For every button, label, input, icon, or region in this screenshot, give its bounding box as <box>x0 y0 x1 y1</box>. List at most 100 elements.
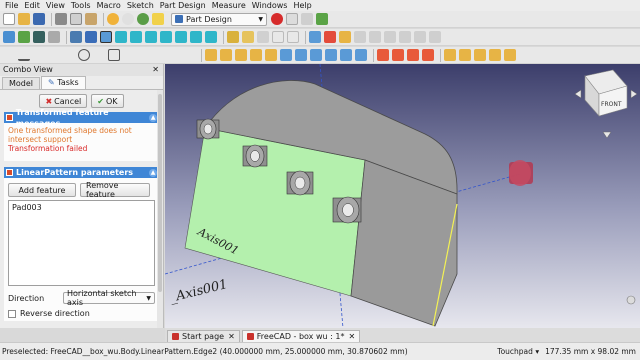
sketch-slot-icon[interactable] <box>123 49 135 61</box>
subtractive-loft-icon[interactable] <box>325 49 337 61</box>
macro-edit-icon[interactable] <box>301 13 313 25</box>
navcube-menu-icon[interactable] <box>626 295 636 305</box>
body-icon[interactable] <box>309 31 321 43</box>
sketch-rectangle-icon[interactable] <box>108 49 120 61</box>
tab-document[interactable]: FreeCAD - box wu : 1* ✕ <box>241 330 361 342</box>
whats-this-icon[interactable] <box>152 13 164 25</box>
menu-file[interactable]: File <box>2 0 21 11</box>
clone-icon[interactable] <box>429 31 441 43</box>
list-item[interactable]: Pad003 <box>12 203 151 212</box>
hinge-4[interactable] <box>332 196 362 224</box>
measure-distance-icon[interactable] <box>272 31 284 43</box>
linear-pattern-icon[interactable] <box>392 49 404 61</box>
task-panel-scrollbar[interactable] <box>157 90 163 328</box>
close-icon[interactable]: ✕ <box>348 332 355 341</box>
refresh-icon[interactable] <box>137 13 149 25</box>
menu-part-design[interactable]: Part Design <box>157 0 209 11</box>
measure-linear-icon[interactable] <box>287 31 299 43</box>
remove-feature-button[interactable]: Remove feature <box>80 181 150 199</box>
feature-list[interactable]: Pad003 <box>8 200 155 286</box>
menu-tools[interactable]: Tools <box>68 0 94 11</box>
subtractive-pipe-icon[interactable] <box>340 49 352 61</box>
zoom-icon[interactable] <box>100 31 112 43</box>
hinge-2[interactable] <box>242 144 268 168</box>
chamfer-icon[interactable] <box>459 49 471 61</box>
view-right-icon[interactable] <box>160 31 172 43</box>
menu-macro[interactable]: Macro <box>94 0 124 11</box>
macro-record-icon[interactable] <box>271 13 283 25</box>
macro-play-icon[interactable] <box>316 13 328 25</box>
datum-line-icon[interactable] <box>369 31 381 43</box>
navcube-arrow-down-icon[interactable] <box>602 131 612 139</box>
sketch-trim-icon[interactable] <box>153 49 165 61</box>
thickness-icon[interactable] <box>489 49 501 61</box>
additive-primitive-icon[interactable] <box>265 49 277 61</box>
sketch-line-icon[interactable] <box>18 49 30 61</box>
groove-icon[interactable] <box>310 49 322 61</box>
navigation-style-button[interactable]: Touchpad ▾ <box>497 347 539 356</box>
hinge-3[interactable] <box>286 170 314 196</box>
reverse-direction-checkbox[interactable] <box>8 309 16 318</box>
select-filter-icon[interactable] <box>85 31 97 43</box>
sketch-polyline-icon[interactable] <box>48 49 60 61</box>
fit-all-icon[interactable] <box>3 31 15 43</box>
close-icon[interactable]: ✕ <box>152 64 159 76</box>
direction-select[interactable]: Horizontal sketch axis ▼ <box>63 289 155 307</box>
pipe-icon[interactable] <box>250 49 262 61</box>
sketch-arc-icon[interactable] <box>63 49 75 61</box>
collapse-icon[interactable]: ▲ <box>149 113 157 122</box>
view-rear-icon[interactable] <box>175 31 187 43</box>
datum-point-icon[interactable] <box>354 31 366 43</box>
redo-icon[interactable] <box>122 13 134 25</box>
menu-sketch[interactable]: Sketch <box>124 0 157 11</box>
polar-pattern-icon[interactable] <box>407 49 419 61</box>
copy-icon[interactable] <box>70 13 82 25</box>
scrollbar-thumb[interactable] <box>158 94 162 292</box>
sketch-icon[interactable] <box>324 31 336 43</box>
menu-view[interactable]: View <box>43 0 68 11</box>
close-icon[interactable]: ✕ <box>228 332 235 341</box>
workbench-selector[interactable]: Part Design ▼ <box>171 12 267 26</box>
subtractive-primitive-icon[interactable] <box>355 49 367 61</box>
menu-edit[interactable]: Edit <box>21 0 43 11</box>
pad-icon[interactable] <box>205 49 217 61</box>
datum-plane-icon[interactable] <box>384 31 396 43</box>
pointer-icon[interactable] <box>3 49 15 61</box>
validate-sketch-icon[interactable] <box>339 31 351 43</box>
fit-selection-icon[interactable] <box>18 31 30 43</box>
reverse-direction-row[interactable]: Reverse direction <box>8 309 155 318</box>
linear-pattern-section-header[interactable]: LinearPattern parameters ▲ <box>4 167 159 178</box>
menu-windows[interactable]: Windows <box>249 0 291 11</box>
menu-help[interactable]: Help <box>290 0 314 11</box>
link-icon[interactable] <box>257 31 269 43</box>
sketch-polygon-icon[interactable] <box>93 49 105 61</box>
view-front-icon[interactable] <box>130 31 142 43</box>
menu-measure[interactable]: Measure <box>209 0 249 11</box>
cut-icon[interactable] <box>55 13 67 25</box>
messages-section-header[interactable]: Transformed feature messages ▲ <box>4 108 159 128</box>
new-file-icon[interactable] <box>3 13 15 25</box>
pattern-preview-shape[interactable] <box>509 160 533 186</box>
mirrored-icon[interactable] <box>377 49 389 61</box>
group-icon[interactable] <box>242 31 254 43</box>
view-isometric-icon[interactable] <box>115 31 127 43</box>
part-icon[interactable] <box>227 31 239 43</box>
loft-icon[interactable] <box>235 49 247 61</box>
sketch-construction-icon[interactable] <box>183 49 195 61</box>
macro-stop-icon[interactable] <box>286 13 298 25</box>
tab-model[interactable]: Model <box>2 77 41 89</box>
sketch-point-icon[interactable] <box>33 49 45 61</box>
paste-icon[interactable] <box>85 13 97 25</box>
multi-transform-icon[interactable] <box>422 49 434 61</box>
tab-tasks[interactable]: ✎ Tasks <box>41 76 86 89</box>
navigation-cube[interactable]: FRONT <box>584 69 628 117</box>
hinge-1[interactable] <box>196 118 220 140</box>
draw-style-icon[interactable] <box>33 31 45 43</box>
view-bottom-icon[interactable] <box>190 31 202 43</box>
sub-shape-binder-icon[interactable] <box>414 31 426 43</box>
fillet-icon[interactable] <box>444 49 456 61</box>
collapse-icon[interactable]: ▲ <box>149 168 157 177</box>
draft-icon[interactable] <box>474 49 486 61</box>
3d-viewport[interactable]: Axis001 _Axis001 FRONT <box>165 64 640 328</box>
stereo-icon[interactable] <box>70 31 82 43</box>
